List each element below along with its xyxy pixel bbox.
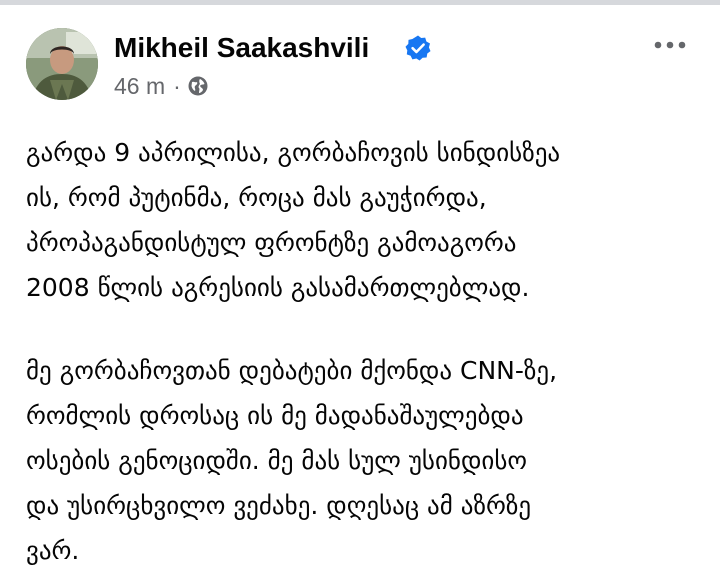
avatar-photo bbox=[26, 28, 98, 100]
more-options-button[interactable] bbox=[648, 32, 692, 58]
post-paragraph-2: მე გორბაჩოვთან დებატები მქონდა CNN-ზე, რ… bbox=[26, 356, 558, 565]
post-header: Mikheil Saakashvili 46 m · bbox=[26, 28, 696, 104]
post-timestamp[interactable]: 46 m bbox=[114, 73, 165, 100]
author-name[interactable]: Mikheil Saakashvili bbox=[114, 32, 369, 64]
more-options-icon bbox=[654, 41, 686, 49]
post-text: გარდა 9 აპრილისა, გორბაჩოვის სინდისზეა ი… bbox=[26, 130, 696, 573]
author-avatar[interactable] bbox=[26, 28, 98, 100]
meta-separator: · bbox=[173, 72, 181, 99]
post-meta: 46 m · bbox=[114, 72, 209, 100]
verified-badge-icon bbox=[405, 35, 431, 61]
globe-icon[interactable] bbox=[187, 75, 209, 97]
post-paragraph-1: გარდა 9 აპრილისა, გორბაჩოვის სინდისზეა ი… bbox=[26, 138, 561, 302]
top-divider bbox=[0, 0, 720, 5]
